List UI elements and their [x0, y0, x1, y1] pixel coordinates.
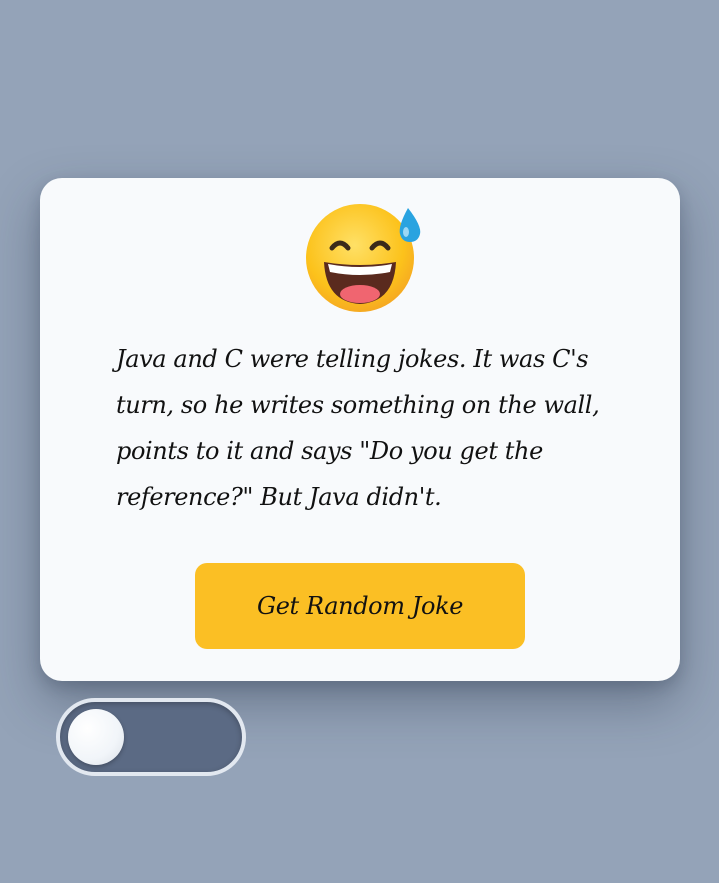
joke-card: Java and C were telling jokes. It was C'… [40, 178, 680, 681]
get-random-joke-button[interactable]: Get Random Joke [195, 563, 525, 649]
grinning-face-with-sweat-icon [306, 204, 421, 312]
toggle-knob[interactable] [68, 709, 124, 765]
joke-text: Java and C were telling jokes. It was C'… [116, 345, 600, 511]
theme-toggle[interactable] [56, 698, 246, 776]
